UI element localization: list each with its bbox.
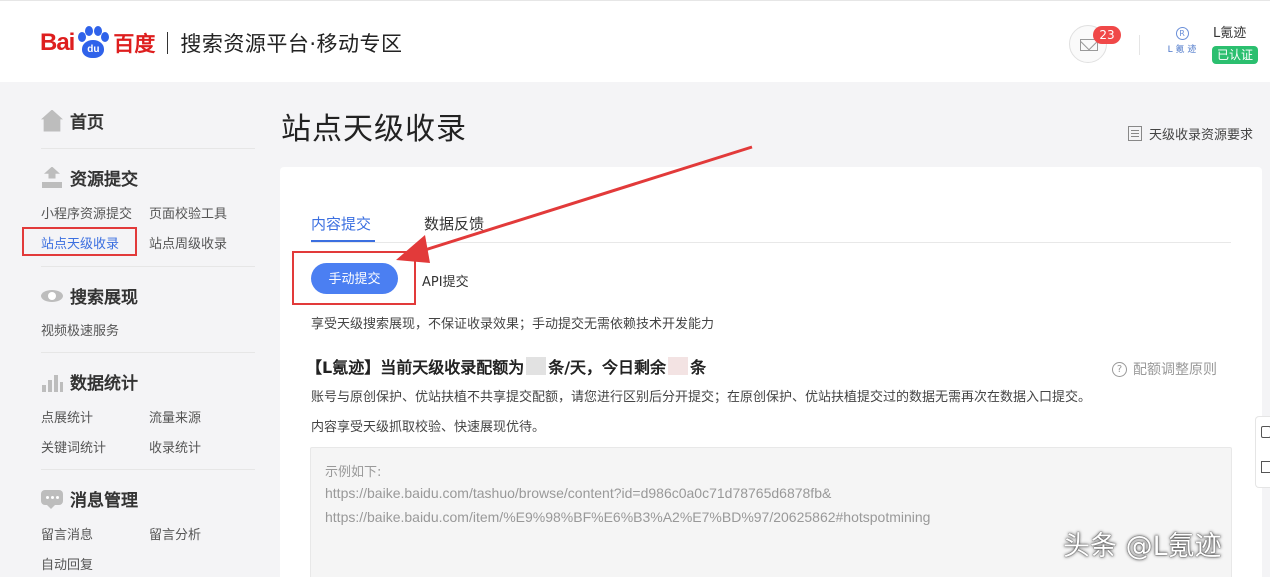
sidebar-item-auto-reply[interactable]: 自动回复 xyxy=(41,554,93,573)
sidebar-section-label: 搜索展现 xyxy=(70,288,138,308)
tab-data-feedback[interactable]: 数据反馈 xyxy=(424,213,484,234)
sidebar-item-video-speed[interactable]: 视频极速服务 xyxy=(41,320,119,339)
header-separator xyxy=(1139,35,1140,55)
sidebar-divider xyxy=(41,352,255,353)
home-icon xyxy=(41,109,63,132)
requirements-link[interactable]: 天级收录资源要求 xyxy=(1128,124,1253,143)
sidebar-divider xyxy=(41,148,255,149)
requirements-link-label: 天级收录资源要求 xyxy=(1149,128,1254,143)
sidebar-section-label: 资源提交 xyxy=(70,170,138,190)
user-name[interactable]: L氪迹 xyxy=(1213,22,1246,41)
logo-cn-text: 百度 xyxy=(113,32,156,56)
annotation-highlight-box xyxy=(292,251,416,305)
quota-heading: 【L氪迹】当前天级收录配额为 条/天，今日剩余 条 xyxy=(306,354,706,378)
page-title: 站点天级收录 xyxy=(281,112,467,147)
question-icon: ? xyxy=(1112,361,1127,377)
bar-chart-icon xyxy=(41,371,63,393)
api-submit-button[interactable]: API提交 xyxy=(422,271,469,290)
annotation-highlight-box xyxy=(22,227,137,256)
sidebar-section-label: 消息管理 xyxy=(70,491,138,511)
unread-count-badge: 23 xyxy=(1093,26,1121,44)
baidu-logo[interactable]: Bai du 百度 搜索资源平台·移动专区 xyxy=(40,23,403,63)
sidebar-item-keyword-stats[interactable]: 关键词统计 xyxy=(41,437,106,456)
document-icon[interactable] xyxy=(1261,461,1270,473)
sidebar-item-index-stats[interactable]: 收录统计 xyxy=(149,437,201,456)
tab-content-submit[interactable]: 内容提交 xyxy=(311,213,371,234)
sidebar-section-statistics[interactable]: 数据统计 xyxy=(41,369,138,394)
sidebar-item-label: 首页 xyxy=(70,113,104,133)
avatar-text: L 氪 迹 xyxy=(1167,45,1197,55)
sidebar-item-weekly-indexing[interactable]: 站点周级收录 xyxy=(149,233,227,252)
logo-bai-text: Bai xyxy=(40,29,75,56)
redacted-quota-value xyxy=(526,357,547,375)
redacted-remaining-value xyxy=(668,357,689,375)
benefit-note: 内容享受天级抓取校验、快速展现优待。 xyxy=(311,420,546,435)
upload-icon xyxy=(41,167,63,189)
avatar[interactable]: R L 氪 迹 xyxy=(1162,27,1202,63)
manual-submit-description: 享受天级搜索展现，不保证收录效果；手动提交无需依赖技术开发能力 xyxy=(311,317,715,332)
tab-divider xyxy=(311,242,1231,243)
floating-toolbar xyxy=(1255,416,1270,488)
platform-title: 搜索资源平台·移动专区 xyxy=(180,32,403,56)
sidebar-item-traffic-source[interactable]: 流量来源 xyxy=(149,407,201,426)
quota-middle: 条/天，今日剩余 xyxy=(548,358,667,377)
sidebar-section-resource-submit[interactable]: 资源提交 xyxy=(41,165,138,190)
watermark: 头条 @L氪迹 xyxy=(1063,531,1222,562)
verified-badge: 已认证 xyxy=(1212,46,1259,64)
quota-prefix: 【L氪迹】当前天级收录配额为 xyxy=(306,358,525,377)
example-url: https://baike.baidu.com/item/%E9%98%BF%E… xyxy=(325,509,931,525)
sidebar-section-label: 数据统计 xyxy=(70,374,138,394)
logo-divider xyxy=(167,32,169,54)
sidebar-item-page-check-tool[interactable]: 页面校验工具 xyxy=(149,203,227,222)
sidebar-item-miniprogram-submit[interactable]: 小程序资源提交 xyxy=(41,203,132,222)
eye-icon xyxy=(41,285,63,307)
message-icon xyxy=(41,488,63,510)
sidebar-section-messages[interactable]: 消息管理 xyxy=(41,486,138,511)
logo-du-text: du xyxy=(82,40,105,58)
quota-suffix: 条 xyxy=(690,358,707,377)
sidebar-divider xyxy=(41,266,255,267)
sidebar-item-home[interactable]: 首页 xyxy=(41,108,104,133)
sidebar-item-comment-analysis[interactable]: 留言分析 xyxy=(149,524,201,543)
document-icon xyxy=(1128,126,1142,141)
sidebar-item-impression-stats[interactable]: 点展统计 xyxy=(41,407,93,426)
example-label: 示例如下: xyxy=(325,465,382,480)
paw-icon: du xyxy=(75,26,111,60)
quota-note: 账号与原创保护、优站扶植不共享提交配额，请您进行区别后分开提交；在原创保护、优站… xyxy=(311,390,1092,405)
quota-adjust-link[interactable]: ? 配额调整原则 xyxy=(1112,359,1217,379)
top-header: Bai du 百度 搜索资源平台·移动专区 23 R L 氪 迹 L氪迹 已认证 xyxy=(0,0,1270,82)
sidebar-section-search-display[interactable]: 搜索展现 xyxy=(41,283,138,308)
example-url: https://baike.baidu.com/tashuo/browse/co… xyxy=(325,485,832,501)
quota-adjust-label: 配额调整原则 xyxy=(1133,362,1217,378)
sidebar-divider xyxy=(41,469,255,470)
sidebar-item-comment-messages[interactable]: 留言消息 xyxy=(41,524,93,543)
feedback-icon[interactable] xyxy=(1261,426,1270,438)
registered-mark-icon: R xyxy=(1175,27,1189,40)
